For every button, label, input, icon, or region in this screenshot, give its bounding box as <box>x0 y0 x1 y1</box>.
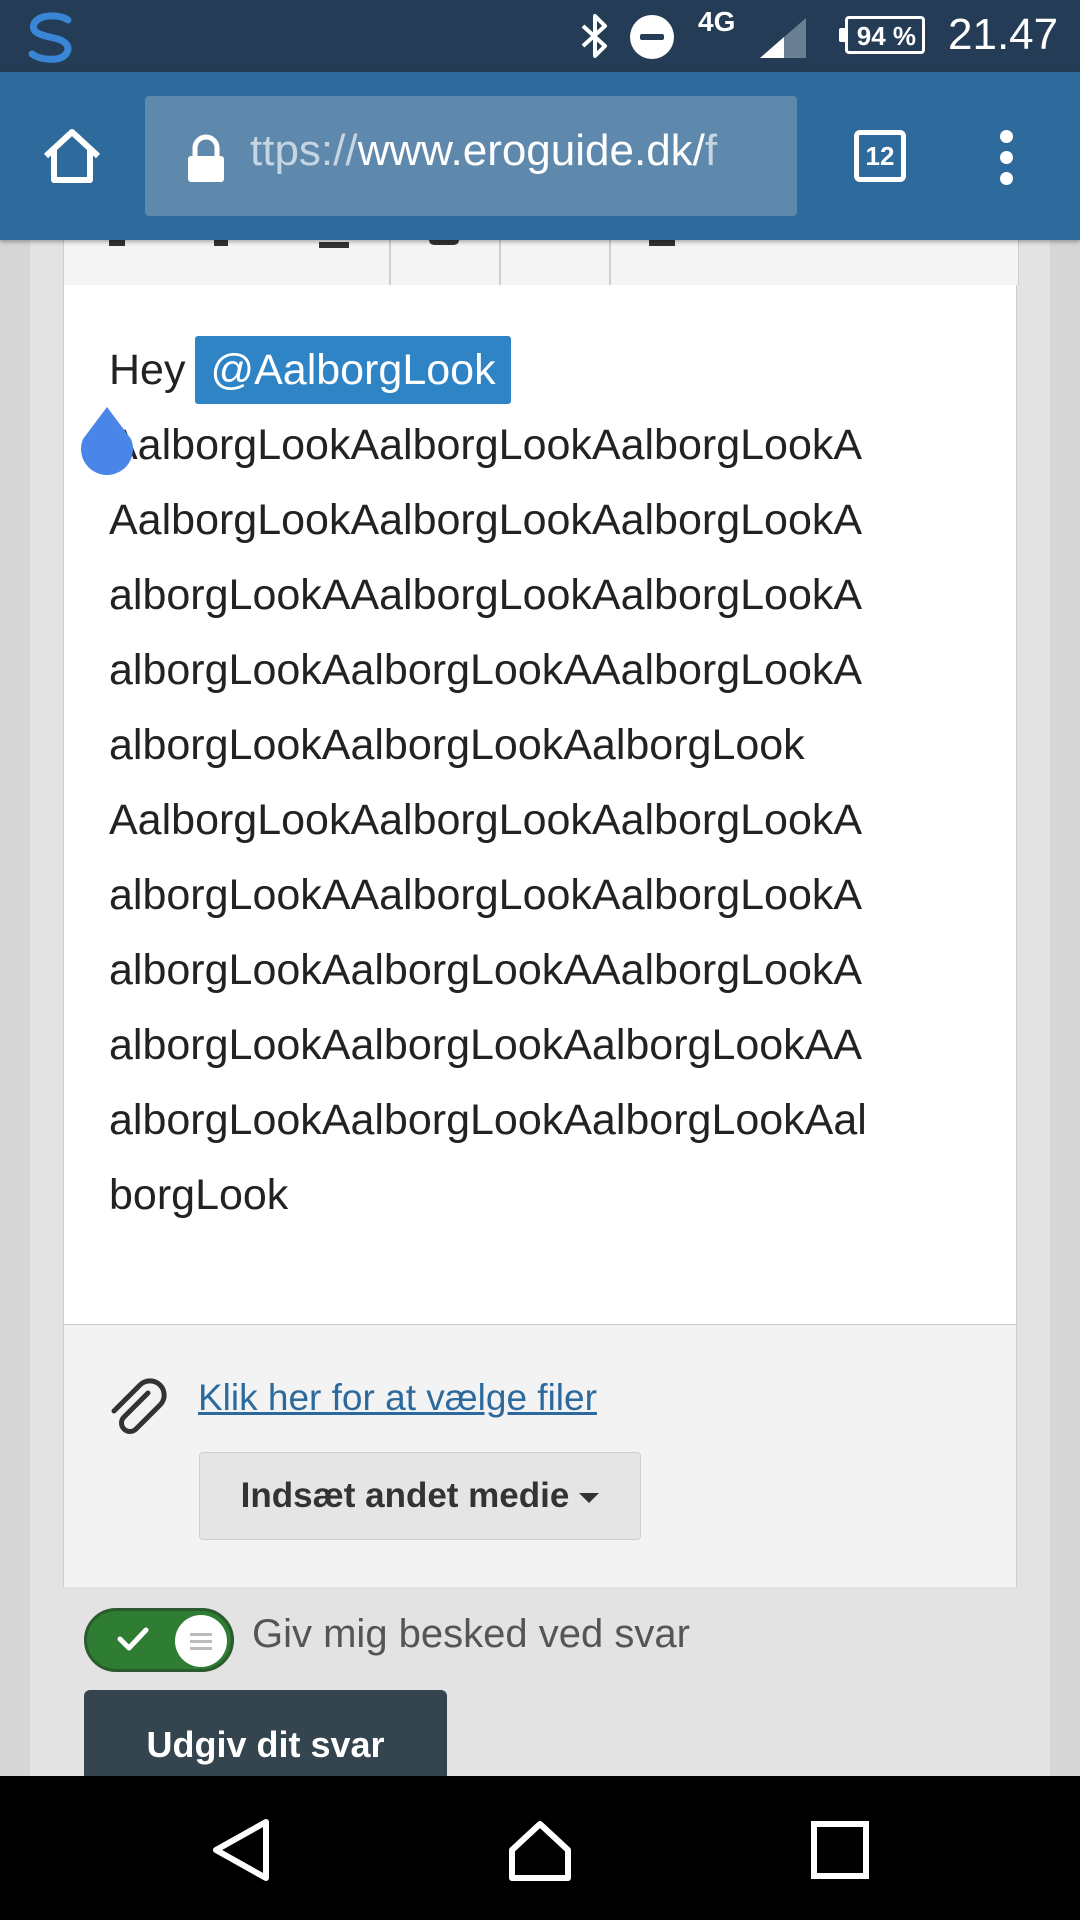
text-line: AalborgLookAalborgLookAalborgLookA <box>109 796 863 844</box>
text-line: alborgLookAalborgLookAAalborgLookA <box>109 646 863 694</box>
greeting-line: Hey @AalborgLook <box>109 333 969 408</box>
attachments-area: Klik her for at vælge filer Indsæt andet… <box>63 1325 1017 1587</box>
text-line: AalborgLookAalborgLookAalborgLookA <box>109 496 863 544</box>
back-icon[interactable] <box>208 1816 276 1884</box>
do-not-disturb-icon <box>630 15 674 59</box>
app-logo-icon <box>28 12 72 63</box>
recent-apps-icon[interactable] <box>806 1816 874 1884</box>
url-text[interactable]: ttps://www.eroguide.dk/f <box>250 126 717 176</box>
caret-down-icon <box>579 1492 600 1503</box>
text-line: AalborgLookAalborgLookAalborgLookA <box>109 421 863 469</box>
insert-media-button[interactable]: Indsæt andet medie <box>199 1452 641 1540</box>
status-bar: 4G 94 % 21.47 <box>0 0 1080 72</box>
overflow-menu-icon[interactable] <box>998 130 1014 186</box>
paperclip-icon <box>111 1378 167 1434</box>
text-line: alborgLookAalborgLookAalborgLookAal <box>109 1096 867 1144</box>
browser-toolbar: ttps://www.eroguide.dk/f 12 <box>0 72 1080 240</box>
toggle-knob <box>175 1615 227 1667</box>
battery-level: 94 % <box>856 21 916 51</box>
network-type: 4G <box>698 6 736 37</box>
notify-toggle[interactable] <box>84 1608 234 1672</box>
battery-icon: 94 % <box>839 16 925 54</box>
mention-tag[interactable]: @AalborgLook <box>195 336 511 404</box>
editor-content[interactable]: Hey @AalborgLook AalborgLookAalborgLookAa… <box>109 333 969 1233</box>
signal-strength-icon <box>760 18 806 58</box>
clock: 21.47 <box>948 10 1059 59</box>
text-cursor-handle-icon[interactable] <box>77 405 137 475</box>
choose-files-link[interactable]: Klik her for at vælge filer <box>198 1377 597 1419</box>
text-line: alborgLookAalborgLookAAalborgLookA <box>109 946 863 994</box>
address-bar[interactable]: ttps://www.eroguide.dk/f <box>145 96 797 216</box>
lock-icon <box>188 134 224 182</box>
home-nav-icon[interactable] <box>506 1816 574 1884</box>
home-icon[interactable] <box>40 124 104 188</box>
text-line: borgLook <box>109 1171 289 1219</box>
insert-media-label: Indsæt andet medie <box>240 1476 570 1515</box>
editor-formatting-toolbar <box>63 240 1019 285</box>
bluetooth-icon <box>581 14 607 58</box>
text-line: alborgLookAAalborgLookAalborgLookA <box>109 871 863 919</box>
text-line: alborgLookAAalborgLookAalborgLookA <box>109 571 863 619</box>
text-line: alborgLookAalborgLookAalborgLook <box>109 721 805 769</box>
notify-label: Giv mig besked ved svar <box>252 1612 690 1656</box>
reply-editor[interactable]: Hey @AalborgLook AalborgLookAalborgLookAa… <box>63 285 1017 1325</box>
tab-switcher-button[interactable]: 12 <box>854 130 906 182</box>
system-navigation-bar <box>0 1776 1080 1920</box>
text-line: alborgLookAalborgLookAalborgLookAA <box>109 1021 863 1069</box>
check-icon <box>117 1627 149 1651</box>
